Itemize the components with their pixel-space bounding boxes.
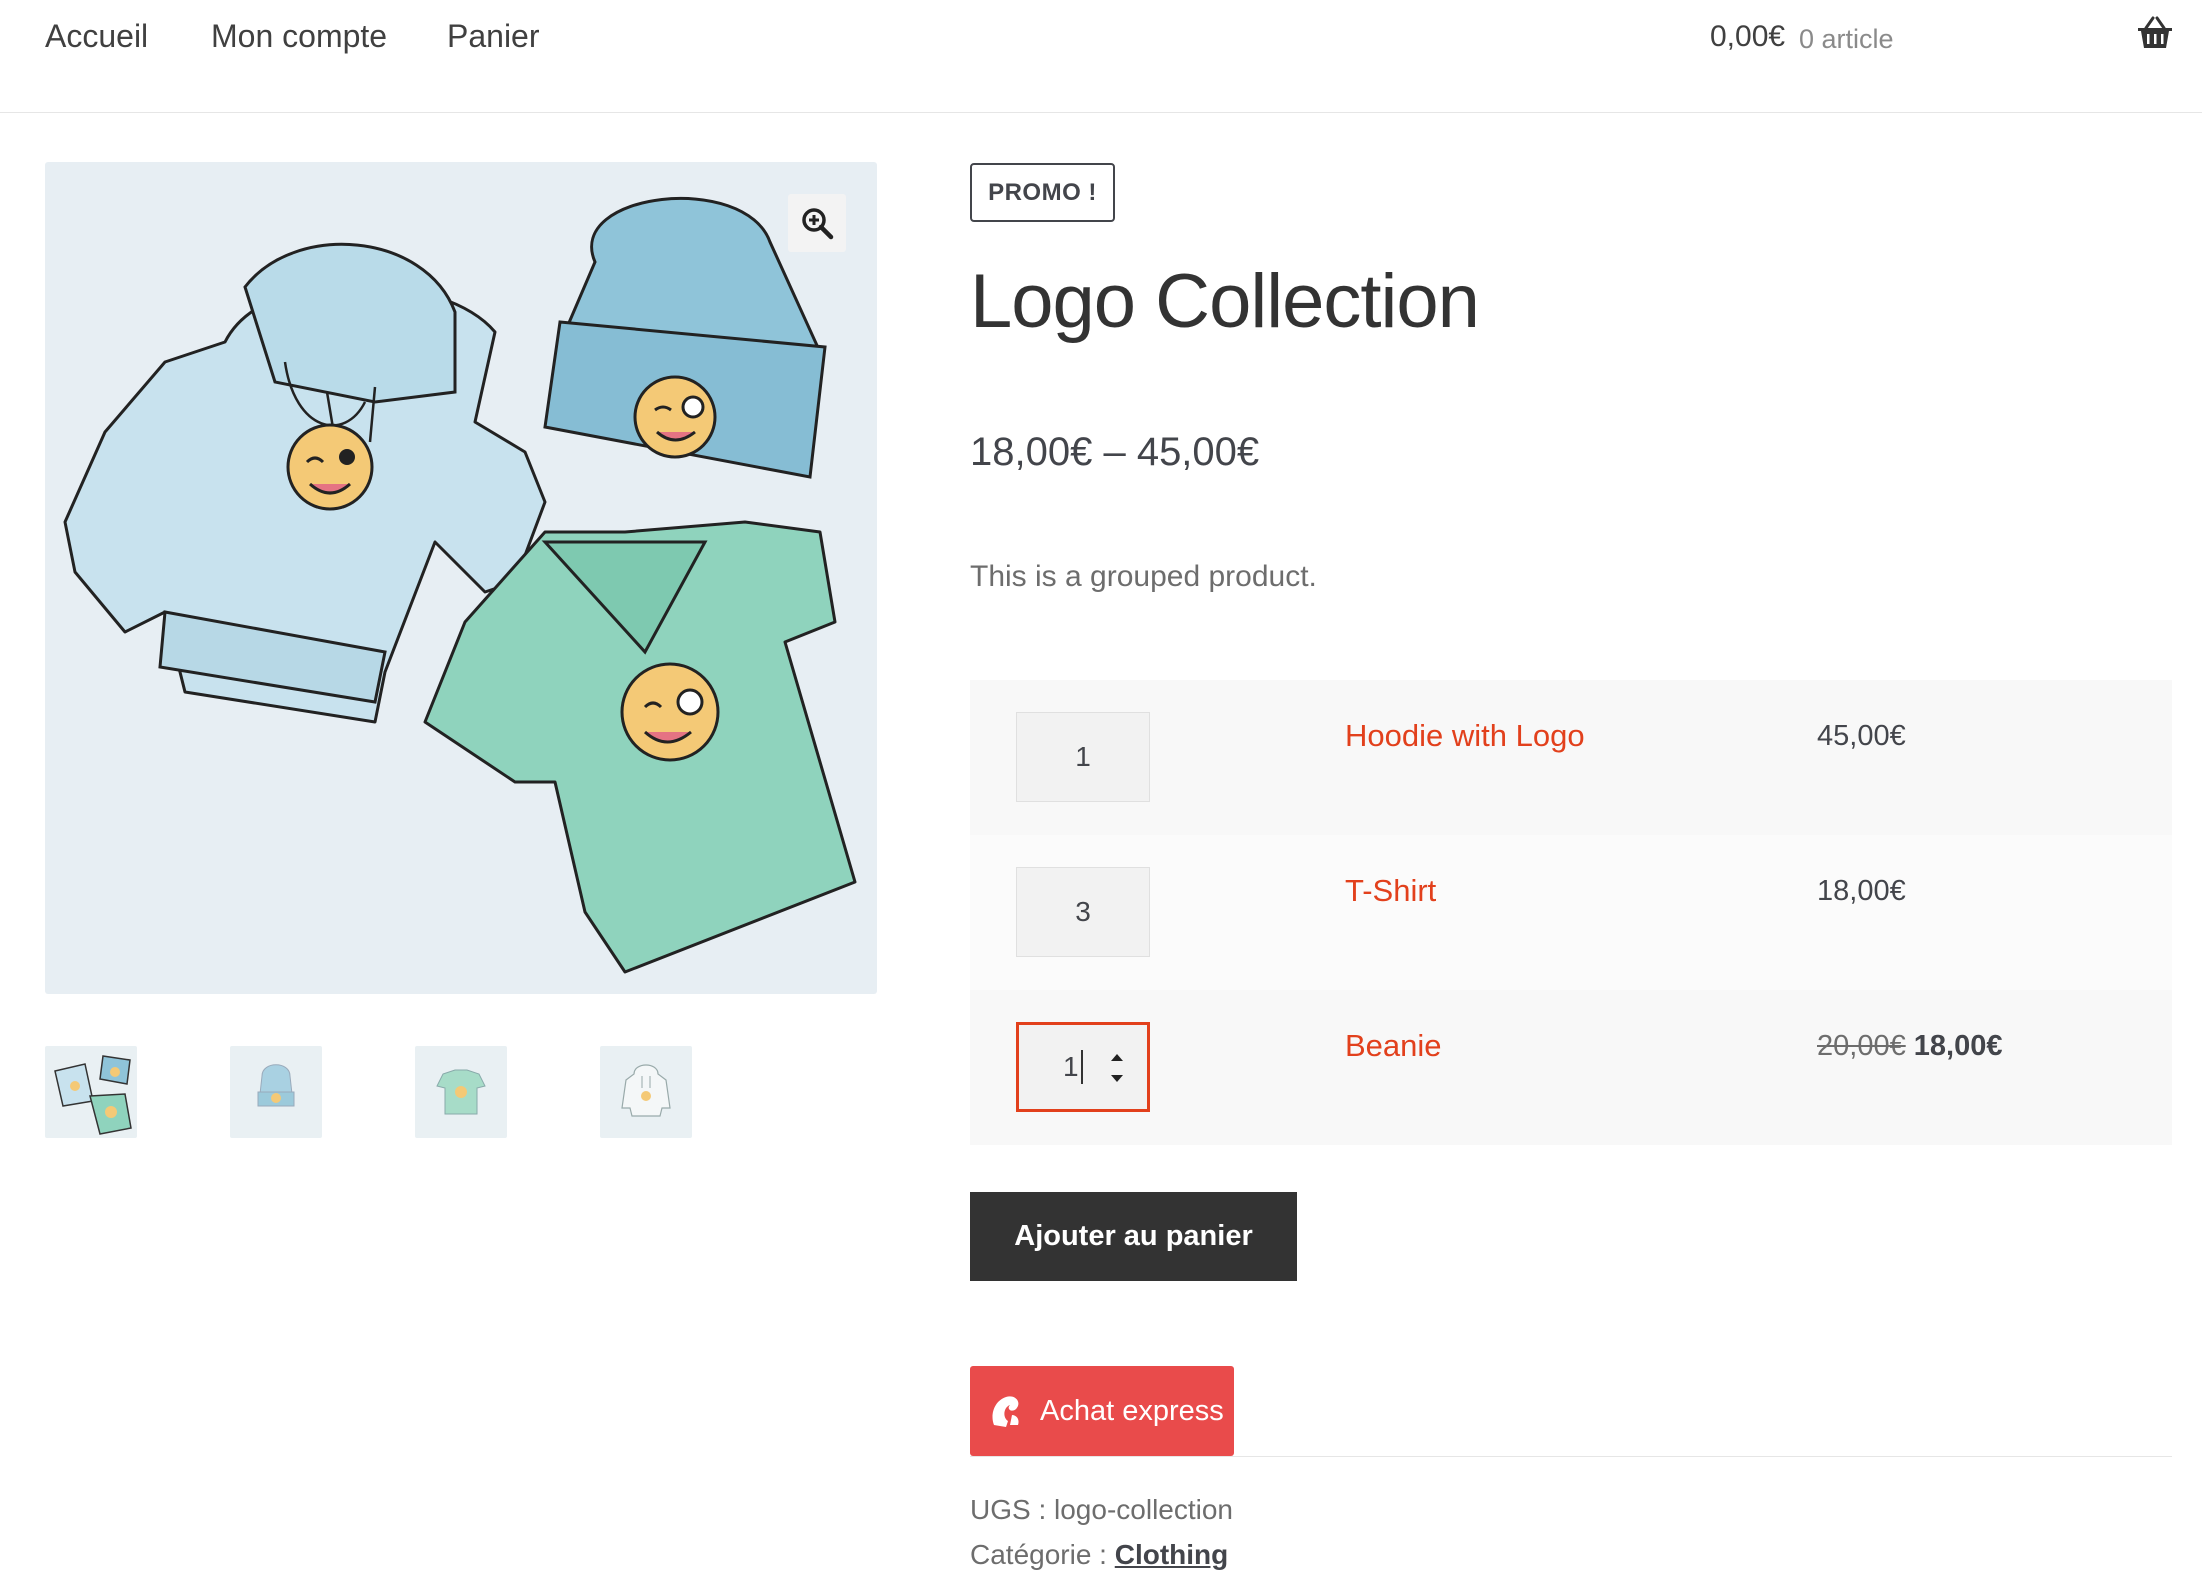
thumbnail-image [621,1064,671,1117]
grouped-item-link[interactable]: T-Shirt [1345,869,1436,913]
grouped-item-price: 18,00€ [1817,875,1906,907]
quantity-input[interactable]: 3 [1016,867,1150,957]
express-checkout-label: Achat express [1040,1394,1224,1427]
cart-count[interactable]: 0 article [1799,17,1894,61]
number-spinner-icon[interactable] [1107,1047,1127,1089]
quantity-input[interactable]: 1 [1016,712,1150,802]
category-label: Catégorie : [970,1539,1107,1570]
thumbnail-image [436,1069,486,1115]
grouped-item-price: 45,00€ [1817,720,1906,752]
thumbnail-beanie[interactable] [230,1046,322,1138]
text-cursor [1080,1050,1083,1084]
thumbnail-image [54,1055,132,1135]
express-checkout-button[interactable]: Achat express [970,1366,1234,1456]
thumbnail-image [257,1064,295,1107]
category-link[interactable]: Clothing [1115,1539,1229,1570]
squirrel-logo-icon [992,1396,1019,1427]
nav-link-accueil[interactable]: Accueil [45,14,148,58]
add-to-cart-button[interactable]: Ajouter au panier [970,1192,1297,1281]
quantity-input-focused[interactable]: 1 [1016,1022,1150,1112]
product-title: Logo Collection [970,259,1480,344]
site-header: Accueil Mon compte Panier 0,00€ 0 articl… [0,0,2202,113]
sku-label: UGS : [970,1494,1047,1525]
short-description: This is a grouped product. [970,560,1317,593]
thumbnail-tshirt[interactable] [415,1046,507,1138]
table-row: 1 Beanie 20,00€ 18,00€ [970,990,2172,1145]
grouped-item-link[interactable]: Beanie [1345,1024,1442,1068]
category-line: Catégorie : Clothing [970,1535,1228,1575]
cart-amount[interactable]: 0,00€ [1710,15,1785,59]
zoom-button[interactable] [788,194,846,252]
nav-link-mon-compte[interactable]: Mon compte [211,14,387,58]
nav-link-panier[interactable]: Panier [447,14,540,58]
thumbnail-logo-collection[interactable] [45,1046,137,1138]
grouped-item-link[interactable]: Hoodie with Logo [1345,714,1585,758]
sku-value: logo-collection [1054,1494,1234,1525]
price-range: 18,00€ – 45,00€ [970,430,1260,474]
sale-price: 18,00€ [1913,1030,2003,1062]
table-row: 1 Hoodie with Logo 45,00€ [970,680,2172,835]
promo-badge: PROMO ! [970,163,1115,222]
magnifier-plus-icon [802,208,834,240]
grouped-item-price: 20,00€ 18,00€ [1817,1024,2002,1068]
logo-collection-illustration [63,196,857,974]
beanie-drawing [543,196,827,479]
divider [970,1456,2172,1457]
sku-line: UGS : logo-collection [970,1490,1233,1530]
table-row: 3 T-Shirt 18,00€ [970,835,2172,990]
old-price: 20,00€ [1817,1030,1906,1062]
basket-icon[interactable] [2136,16,2174,50]
thumbnail-hoodie[interactable] [600,1046,692,1138]
product-main-image[interactable] [45,162,877,994]
